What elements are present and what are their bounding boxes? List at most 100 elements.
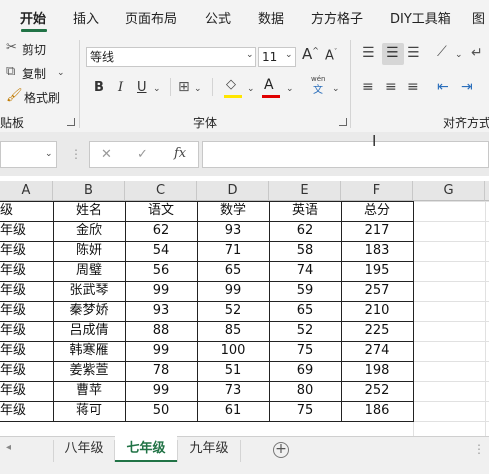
table-cell[interactable]: 七年级 (0, 261, 53, 281)
bold-button[interactable]: B (94, 81, 104, 94)
clipboard-launcher-icon[interactable] (67, 118, 75, 126)
table-cell[interactable]: 52 (269, 321, 341, 341)
italic-button[interactable]: I (118, 81, 123, 94)
copy-button[interactable]: 复制 (22, 65, 46, 82)
enter-icon[interactable]: ✓ (137, 148, 148, 161)
table-cell[interactable]: 金欣 (53, 221, 125, 241)
insert-function-icon[interactable]: fx (174, 147, 186, 160)
tab-data[interactable]: 数据 (258, 8, 284, 27)
orientation-icon[interactable]: ⟋ (437, 45, 447, 59)
header-cell[interactable]: 班级 (0, 201, 53, 221)
font-size-chevron-icon[interactable]: ⌄ (285, 50, 293, 60)
align-left-icon[interactable]: ≡ (362, 80, 374, 94)
table-cell[interactable]: 张武琴 (53, 281, 125, 301)
table-cell[interactable]: 74 (269, 261, 341, 281)
col-header-e[interactable]: E (269, 181, 341, 201)
table-cell[interactable]: 51 (197, 361, 269, 381)
col-header-f[interactable]: F (341, 181, 413, 201)
table-cell[interactable]: 93 (197, 221, 269, 241)
sheet-tab-grade9[interactable]: 九年级 (178, 436, 240, 462)
table-cell[interactable]: 七年级 (0, 321, 53, 341)
border-icon[interactable]: ⊞ (178, 80, 190, 94)
font-name-chevron-icon[interactable]: ⌄ (246, 50, 254, 60)
sheet-tab-grade8[interactable]: 八年级 (54, 436, 114, 462)
table-cell[interactable]: 62 (269, 221, 341, 241)
table-cell[interactable]: 56 (125, 261, 197, 281)
header-cell[interactable]: 英语 (269, 201, 341, 221)
table-cell[interactable]: 88 (125, 321, 197, 341)
table-cell[interactable]: 225 (341, 321, 413, 341)
table-cell[interactable]: 七年级 (0, 361, 53, 381)
table-cell[interactable]: 七年级 (0, 301, 53, 321)
table-cell[interactable]: 59 (269, 281, 341, 301)
table-cell[interactable]: 78 (125, 361, 197, 381)
table-cell[interactable]: 195 (341, 261, 413, 281)
table-cell[interactable]: 54 (125, 241, 197, 261)
phonetic-chevron-icon[interactable]: ⌄ (332, 84, 340, 94)
underline-chevron-icon[interactable]: ⌄ (153, 84, 161, 94)
align-center-icon[interactable]: ≡ (385, 80, 397, 94)
table-cell[interactable]: 吕成倩 (53, 321, 125, 341)
font-color-chevron-icon[interactable]: ⌄ (286, 84, 294, 94)
phonetic-guide-icon[interactable]: wén (311, 76, 325, 83)
table-cell[interactable]: 75 (269, 401, 341, 421)
table-cell[interactable]: 50 (125, 401, 197, 421)
table-cell[interactable]: 七年级 (0, 221, 53, 241)
tab-page-layout[interactable]: 页面布局 (125, 8, 177, 27)
name-box-chevron-icon[interactable]: ⌄ (45, 149, 53, 159)
scroll-left-icon[interactable]: ◂ (6, 443, 11, 453)
table-cell[interactable]: 七年级 (0, 401, 53, 421)
table-cell[interactable]: 65 (197, 261, 269, 281)
table-cell[interactable]: 62 (125, 221, 197, 241)
tab-insert[interactable]: 插入 (73, 8, 99, 27)
table-cell[interactable]: 曹苹 (53, 381, 125, 401)
table-cell[interactable]: 61 (197, 401, 269, 421)
table-cell[interactable]: 100 (197, 341, 269, 361)
add-sheet-icon[interactable]: + (273, 442, 289, 458)
table-cell[interactable]: 274 (341, 341, 413, 361)
table-cell[interactable]: 65 (269, 301, 341, 321)
table-cell[interactable]: 252 (341, 381, 413, 401)
table-cell[interactable]: 七年级 (0, 281, 53, 301)
table-cell[interactable]: 99 (125, 381, 197, 401)
table-cell[interactable]: 257 (341, 281, 413, 301)
orientation-chevron-icon[interactable]: ⌄ (455, 50, 463, 60)
col-header-b[interactable]: B (53, 181, 125, 201)
copy-dropdown-chevron-icon[interactable]: ⌄ (57, 68, 65, 78)
grow-font-icon[interactable]: A^ (302, 47, 319, 62)
increase-indent-icon[interactable]: ⇥ (461, 80, 473, 94)
border-chevron-icon[interactable]: ⌄ (194, 84, 202, 94)
tab-home[interactable]: 开始 (20, 8, 46, 27)
table-cell[interactable]: 186 (341, 401, 413, 421)
table-cell[interactable]: 183 (341, 241, 413, 261)
header-cell[interactable]: 姓名 (53, 201, 125, 221)
table-cell[interactable]: 198 (341, 361, 413, 381)
formula-input[interactable] (202, 141, 489, 168)
table-cell[interactable]: 蒋可 (53, 401, 125, 421)
table-cell[interactable]: 七年级 (0, 341, 53, 361)
table-cell[interactable]: 69 (269, 361, 341, 381)
font-launcher-icon[interactable] (339, 118, 347, 126)
table-cell[interactable]: 秦梦娇 (53, 301, 125, 321)
tab-more[interactable]: 图 (472, 8, 485, 27)
table-cell[interactable]: 周璧 (53, 261, 125, 281)
table-cell[interactable]: 210 (341, 301, 413, 321)
table-cell[interactable]: 80 (269, 381, 341, 401)
table-cell[interactable]: 99 (125, 341, 197, 361)
col-header-d[interactable]: D (197, 181, 269, 201)
tab-fangfang[interactable]: 方方格子 (311, 8, 363, 27)
align-top-icon[interactable]: ☰ (362, 46, 375, 60)
fill-color-chevron-icon[interactable]: ⌄ (247, 84, 255, 94)
font-name-combo[interactable]: 等线 (86, 47, 256, 67)
font-color-icon[interactable]: A (264, 78, 274, 92)
header-cell[interactable]: 语文 (125, 201, 197, 221)
shrink-font-icon[interactable]: Aˇ (325, 49, 337, 63)
align-bottom-icon[interactable]: ☰ (407, 46, 420, 60)
table-cell[interactable]: 99 (125, 281, 197, 301)
col-header-c[interactable]: C (125, 181, 197, 201)
table-cell[interactable]: 七年级 (0, 381, 53, 401)
wrap-text-icon[interactable]: ↵ (471, 46, 483, 60)
tab-diy-toolbox[interactable]: DIY工具箱 (390, 8, 451, 27)
col-header-h[interactable] (485, 181, 489, 201)
table-cell[interactable]: 73 (197, 381, 269, 401)
